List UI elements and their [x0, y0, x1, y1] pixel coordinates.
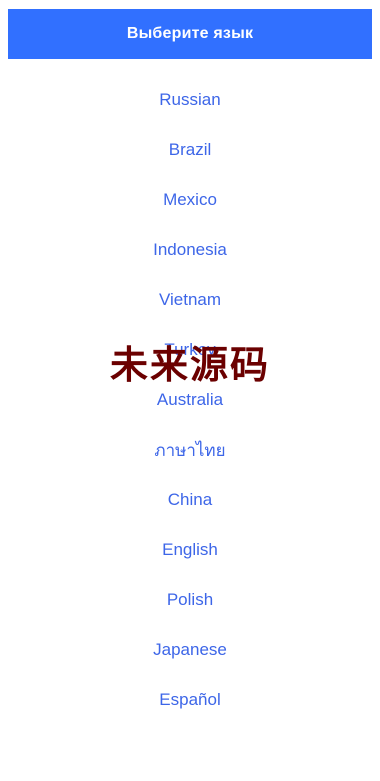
language-option-label: Russian: [159, 90, 221, 109]
language-option-australia[interactable]: Australia: [0, 375, 380, 425]
language-option-russian[interactable]: Russian: [0, 75, 380, 125]
language-option-label: Indonesia: [153, 240, 227, 259]
language-option-label: Polish: [166, 590, 214, 609]
language-option-polish[interactable]: Polish: [0, 575, 380, 625]
language-option-label: Mexico: [163, 190, 217, 209]
language-option-turkey[interactable]: Turkey: [0, 325, 380, 375]
language-option-label: Vietnam: [158, 290, 222, 309]
language-option-thai[interactable]: ภาษาไทย: [0, 425, 380, 475]
language-option-vietnam[interactable]: Vietnam: [0, 275, 380, 325]
language-option-label: ภาษาไทย: [154, 440, 226, 460]
language-option-english[interactable]: English: [0, 525, 380, 575]
language-select-page: Выберите язык Russian Brazil Mexico Indo…: [0, 0, 380, 781]
language-option-label: Turkey: [164, 340, 216, 359]
language-option-label: China: [167, 490, 213, 509]
language-option-japanese[interactable]: Japanese: [0, 625, 380, 675]
language-option-label: Brazil: [168, 140, 212, 159]
language-option-brazil[interactable]: Brazil: [0, 125, 380, 175]
language-option-label: Australia: [156, 390, 224, 409]
language-option-label: Japanese: [153, 640, 227, 659]
page-title-bar: Выберите язык: [8, 9, 372, 59]
language-option-spanish[interactable]: Español: [0, 675, 380, 725]
language-option-label: English: [162, 540, 218, 559]
language-option-label: Español: [159, 690, 221, 709]
language-option-mexico[interactable]: Mexico: [0, 175, 380, 225]
language-option-china[interactable]: China: [0, 475, 380, 525]
page-title: Выберите язык: [126, 25, 254, 42]
language-option-indonesia[interactable]: Indonesia: [0, 225, 380, 275]
language-list: Russian Brazil Mexico Indonesia Vietnam …: [0, 75, 380, 725]
